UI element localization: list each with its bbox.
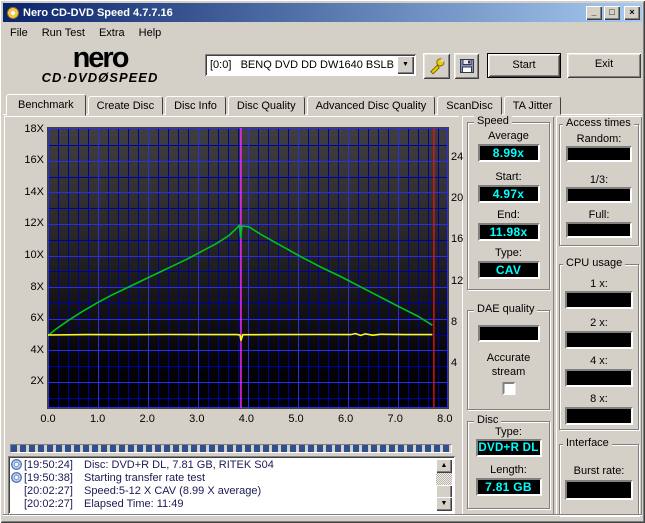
nero-logo-wordmark: nero: [72, 42, 130, 74]
end-speed-label: End:: [497, 209, 520, 221]
chevron-down-icon[interactable]: ▼: [397, 56, 414, 74]
disc-length-label: Length:: [490, 464, 527, 476]
speed-group-title: Speed: [474, 115, 512, 127]
start-speed-value: 4.97x: [477, 185, 540, 203]
exit-button[interactable]: Exit: [567, 53, 641, 78]
full-access-label: Full:: [588, 209, 610, 221]
full-access-value: [566, 222, 632, 238]
scroll-down-icon[interactable]: ▼: [436, 497, 452, 511]
cpu-usage-group: CPU usage 1 x: 2 x: 4 x: 8 x:: [559, 257, 639, 430]
disc-group-title: Disc: [474, 414, 502, 426]
speed-group: Speed Average 8.99x Start: 4.97x End: 11…: [467, 115, 550, 290]
one-third-access-value: [566, 187, 632, 203]
log-entry: [20:02:27] Elapsed Time: 11:49: [11, 497, 437, 510]
save-button[interactable]: [454, 53, 479, 79]
tab-create-disc[interactable]: Create Disc: [87, 96, 164, 115]
interface-group: Interface Burst rate:: [559, 437, 639, 516]
disc-length-value: 7.81 GB: [475, 478, 542, 496]
accurate-stream-label: Accurate stream: [486, 352, 531, 378]
log-icon-spacer: [11, 498, 24, 509]
options-button[interactable]: [423, 53, 450, 79]
nero-logo: nero CD·DVDØSPEED: [14, 42, 186, 86]
menu-run-test[interactable]: Run Test: [35, 25, 92, 41]
log-entry: [19:50:38] Starting transfer rate test: [11, 471, 437, 484]
log-icon-spacer: [11, 485, 24, 496]
access-times-group: Access times Random: 1/3: Full:: [559, 117, 639, 246]
burst-rate-label: Burst rate:: [573, 465, 625, 477]
chart-plot-area: [47, 128, 448, 408]
cpu-4x-label: 4 x:: [590, 355, 608, 367]
tab-ta-jitter[interactable]: TA Jitter: [503, 96, 562, 115]
disc-icon: [11, 472, 24, 483]
menu-bar: File Run Test Extra Help: [3, 23, 642, 42]
speed-type-value: CAV: [477, 261, 540, 279]
one-third-access-label: 1/3:: [589, 174, 609, 186]
tab-bar: Benchmark Create Disc Disc Info Disc Qua…: [6, 93, 642, 116]
tab-advanced-disc-quality[interactable]: Advanced Disc Quality: [306, 96, 436, 115]
cpu-2x-value: [565, 331, 633, 349]
accurate-stream-checkbox[interactable]: [502, 382, 515, 395]
cpu-1x-value: [565, 291, 633, 309]
tools-icon: [429, 58, 444, 75]
log-time: [20:02:27]: [24, 484, 73, 497]
log-entry: [19:50:24] Disc: DVD+R DL, 7.81 GB, RITE…: [11, 458, 437, 471]
log-scrollbar[interactable]: ▲ ▼: [436, 459, 452, 511]
interface-group-title: Interface: [563, 437, 612, 449]
cdvdspeed-logo-text: CD·DVDØSPEED: [41, 70, 159, 85]
average-speed-value: 8.99x: [477, 144, 540, 162]
start-speed-label: Start:: [495, 171, 522, 183]
transfer-rate-chart: [47, 128, 448, 408]
close-button[interactable]: ×: [624, 5, 640, 20]
disc-type-label: Type:: [495, 426, 522, 438]
log-text: Elapsed Time: 11:49: [84, 497, 184, 510]
log-text: Starting transfer rate test: [84, 471, 206, 484]
random-access-label: Random:: [576, 133, 622, 145]
title-bar[interactable]: Nero CD-DVD Speed 4.7.7.16 _ □ ×: [3, 3, 642, 22]
start-button[interactable]: Start: [487, 53, 561, 78]
drive-select-value: [0:0] BENQ DVD DD DW1640 BSLB: [210, 59, 395, 71]
window-title: Nero CD-DVD Speed 4.7.7.16: [23, 6, 173, 19]
end-speed-value: 11.98x: [477, 223, 540, 241]
test-progress-bar: [10, 444, 452, 453]
cpu-1x-label: 1 x:: [590, 278, 608, 290]
log-time: [19:50:38]: [24, 471, 73, 484]
drive-select-combobox[interactable]: [0:0] BENQ DVD DD DW1640 BSLB ▼: [205, 54, 416, 76]
log-time: [19:50:24]: [24, 458, 73, 471]
disc-type-value: DVD+R DL: [475, 439, 542, 457]
tab-disc-quality[interactable]: Disc Quality: [227, 96, 305, 115]
cpu-8x-value: [565, 407, 633, 425]
speed-type-label: Type:: [495, 247, 522, 259]
log-text: Disc: DVD+R DL, 7.81 GB, RITEK S04: [84, 458, 274, 471]
cpu-8x-label: 8 x:: [590, 393, 608, 405]
dae-quality-group-title: DAE quality: [474, 303, 538, 315]
scroll-up-icon[interactable]: ▲: [436, 459, 452, 473]
log-entry: [20:02:27] Speed:5-12 X CAV (8.99 X aver…: [11, 484, 437, 497]
cpu-2x-label: 2 x:: [590, 317, 608, 329]
random-access-value: [566, 146, 632, 162]
log-text: Speed:5-12 X CAV (8.99 X average): [84, 484, 262, 497]
menu-extra[interactable]: Extra: [92, 25, 132, 41]
log-time: [20:02:27]: [24, 497, 73, 510]
access-times-group-title: Access times: [563, 117, 634, 129]
tab-disc-info[interactable]: Disc Info: [165, 96, 226, 115]
cpu-4x-value: [565, 369, 633, 387]
app-icon: [6, 5, 20, 20]
dae-quality-group: DAE quality Accurate stream: [467, 303, 550, 410]
burst-rate-value: [565, 480, 633, 500]
cpu-usage-group-title: CPU usage: [563, 257, 626, 269]
app-window: Nero CD-DVD Speed 4.7.7.16 _ □ × File Ru…: [0, 0, 645, 523]
menu-file[interactable]: File: [3, 25, 35, 41]
menu-help[interactable]: Help: [132, 25, 169, 41]
dae-quality-value: [477, 325, 540, 342]
disc-group: Disc Type: DVD+R DL Length: 7.81 GB: [467, 414, 550, 509]
status-bar: [3, 514, 642, 520]
disc-icon: [11, 459, 24, 470]
tab-scandisc[interactable]: ScanDisc: [437, 96, 502, 115]
floppy-disk-icon: [459, 59, 474, 73]
maximize-button[interactable]: □: [604, 5, 620, 20]
minimize-button[interactable]: _: [586, 5, 602, 20]
tab-benchmark[interactable]: Benchmark: [6, 94, 86, 116]
average-speed-label: Average: [488, 130, 529, 142]
log-list[interactable]: [19:50:24] Disc: DVD+R DL, 7.81 GB, RITE…: [8, 456, 455, 514]
